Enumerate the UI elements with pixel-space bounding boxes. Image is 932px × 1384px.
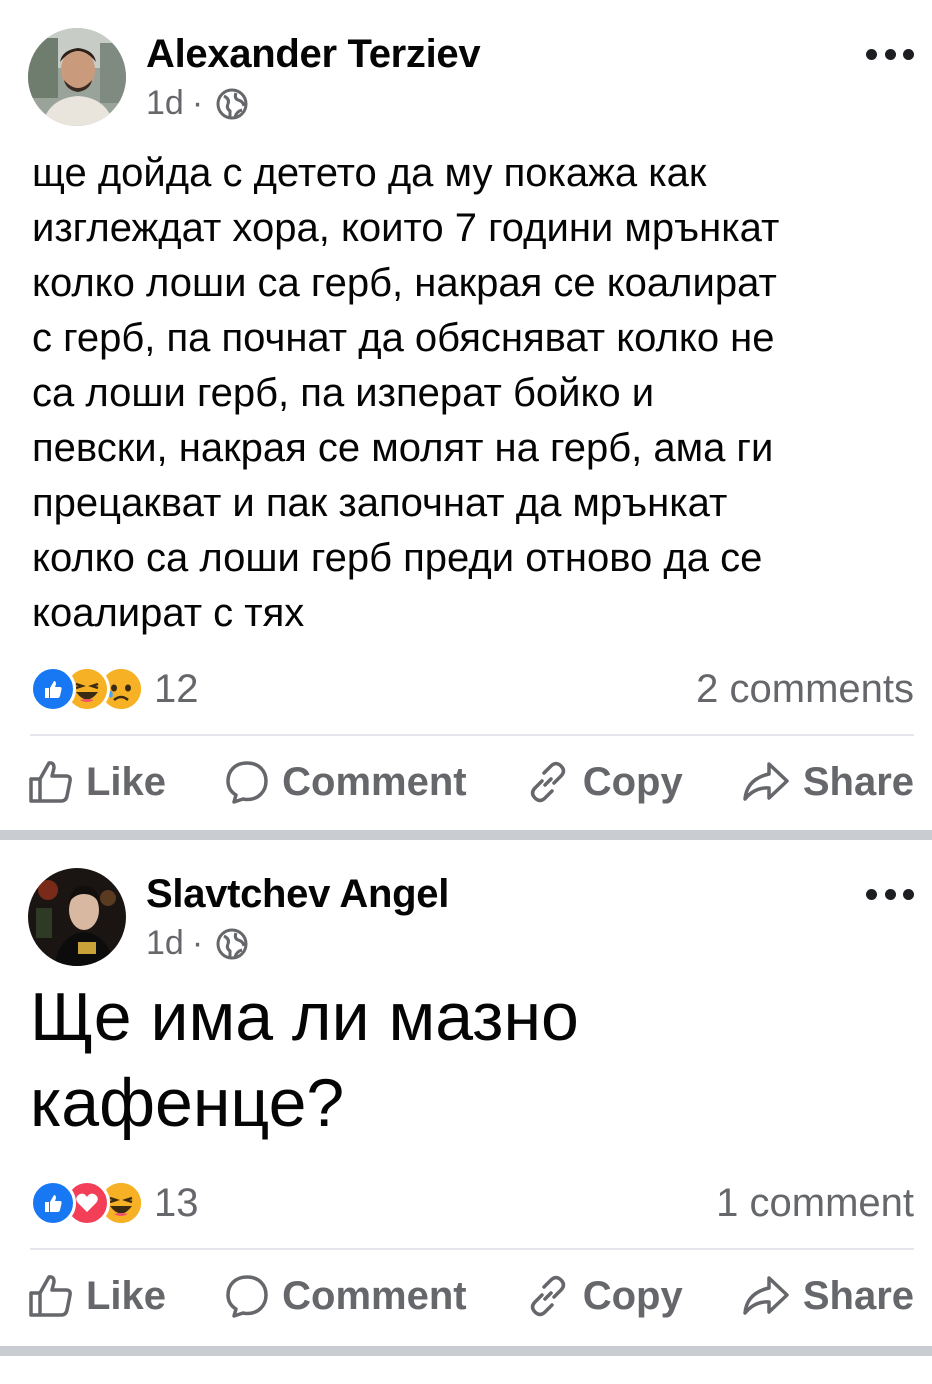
like-label: Like <box>86 1273 167 1318</box>
post-time[interactable]: 1d <box>146 924 184 963</box>
share-arrow-icon <box>743 1276 789 1315</box>
share-label: Share <box>802 759 914 804</box>
copy-label: Copy <box>582 1273 683 1318</box>
thumbs-up-icon <box>29 761 72 803</box>
post-text-line: певски, накрая се молят на герб, ама ги <box>32 426 774 470</box>
reactions-row: 13 1 comment <box>30 1178 914 1228</box>
meta-dot: · <box>191 84 204 122</box>
post-text-line: изглеждат хора, които 7 години мрънкат <box>32 206 780 250</box>
comment-label: Comment <box>282 1273 467 1318</box>
more-options-icon[interactable] <box>866 884 914 904</box>
divider <box>30 734 914 736</box>
reaction-count: 12 <box>154 666 199 711</box>
like-label: Like <box>86 759 167 804</box>
post-text: Ще има ли мазно кафенце? <box>30 974 914 1146</box>
like-reaction-icon <box>30 666 76 712</box>
reaction-count: 13 <box>154 1180 199 1225</box>
reaction-summary[interactable]: 13 <box>30 1180 199 1226</box>
post-header: Alexander Terziev 1d · <box>0 0 932 140</box>
reactions-row: 12 2 comments <box>30 664 914 714</box>
action-bar: Like Comment Copy Share <box>28 1266 914 1326</box>
post-text-line: колко са лоши герб преди отново да се <box>32 536 763 580</box>
action-bar: Like Comment Copy Share <box>28 752 914 812</box>
comment-label: Comment <box>282 759 467 804</box>
share-button[interactable]: Share <box>741 1273 914 1319</box>
avatar[interactable] <box>28 868 126 966</box>
link-icon <box>530 1275 565 1317</box>
meta-dot: · <box>191 924 204 962</box>
like-button[interactable]: Like <box>28 1273 166 1319</box>
post-meta: 1d · <box>146 924 249 963</box>
author-name[interactable]: Slavtchev Angel <box>146 872 449 917</box>
comment-button[interactable]: Comment <box>224 1273 467 1319</box>
copy-button[interactable]: Copy <box>525 1273 683 1319</box>
thumbs-up-icon <box>29 1275 72 1317</box>
divider <box>30 1248 914 1250</box>
post-text: ще дойда с детето да му покажа как изгле… <box>32 146 914 641</box>
share-button[interactable]: Share <box>741 759 914 805</box>
post-text-line: колко лоши са герб, накрая се коалират <box>32 261 777 305</box>
post-text-line: с герб, па почнат да обясняват колко не <box>32 316 775 360</box>
post-text-line: Ще има ли мазно <box>30 979 579 1055</box>
copy-button[interactable]: Copy <box>525 759 683 805</box>
share-label: Share <box>802 1273 914 1318</box>
like-reaction-icon <box>30 1180 76 1226</box>
like-button[interactable]: Like <box>28 759 166 805</box>
post-text-line: прецакват и пак започнат да мрънкат <box>32 481 728 525</box>
comments-count[interactable]: 2 comments <box>696 667 914 712</box>
comment-bubble-icon <box>226 761 268 804</box>
post-text-line: коалират с тях <box>32 591 305 635</box>
more-options-icon[interactable] <box>866 44 914 64</box>
author-name[interactable]: Alexander Terziev <box>146 32 481 77</box>
post-separator <box>0 830 932 840</box>
post-2: Slavtchev Angel 1d · Ще има ли мазно каф… <box>0 840 932 1350</box>
globe-icon <box>216 928 248 959</box>
avatar[interactable] <box>28 28 126 126</box>
comment-bubble-icon <box>226 1275 268 1318</box>
post-separator <box>0 1346 932 1356</box>
copy-label: Copy <box>582 759 683 804</box>
reaction-summary[interactable]: 12 <box>30 666 199 712</box>
post-header: Slavtchev Angel 1d · <box>0 840 932 980</box>
globe-icon <box>216 88 248 119</box>
post-text-line: ще дойда с детето да му покажа как <box>32 151 707 195</box>
comment-button[interactable]: Comment <box>224 759 467 805</box>
comments-count[interactable]: 1 comment <box>716 1181 914 1226</box>
share-arrow-icon <box>743 762 789 801</box>
post-text-line: кафенце? <box>30 1065 345 1141</box>
post-text-line: са лоши герб, па изперат бойко и <box>32 371 655 415</box>
link-icon <box>530 761 565 803</box>
post-meta: 1d · <box>146 84 249 123</box>
post-time[interactable]: 1d <box>146 84 184 123</box>
post-1: Alexander Terziev 1d · ще дойда с детето… <box>0 0 932 830</box>
